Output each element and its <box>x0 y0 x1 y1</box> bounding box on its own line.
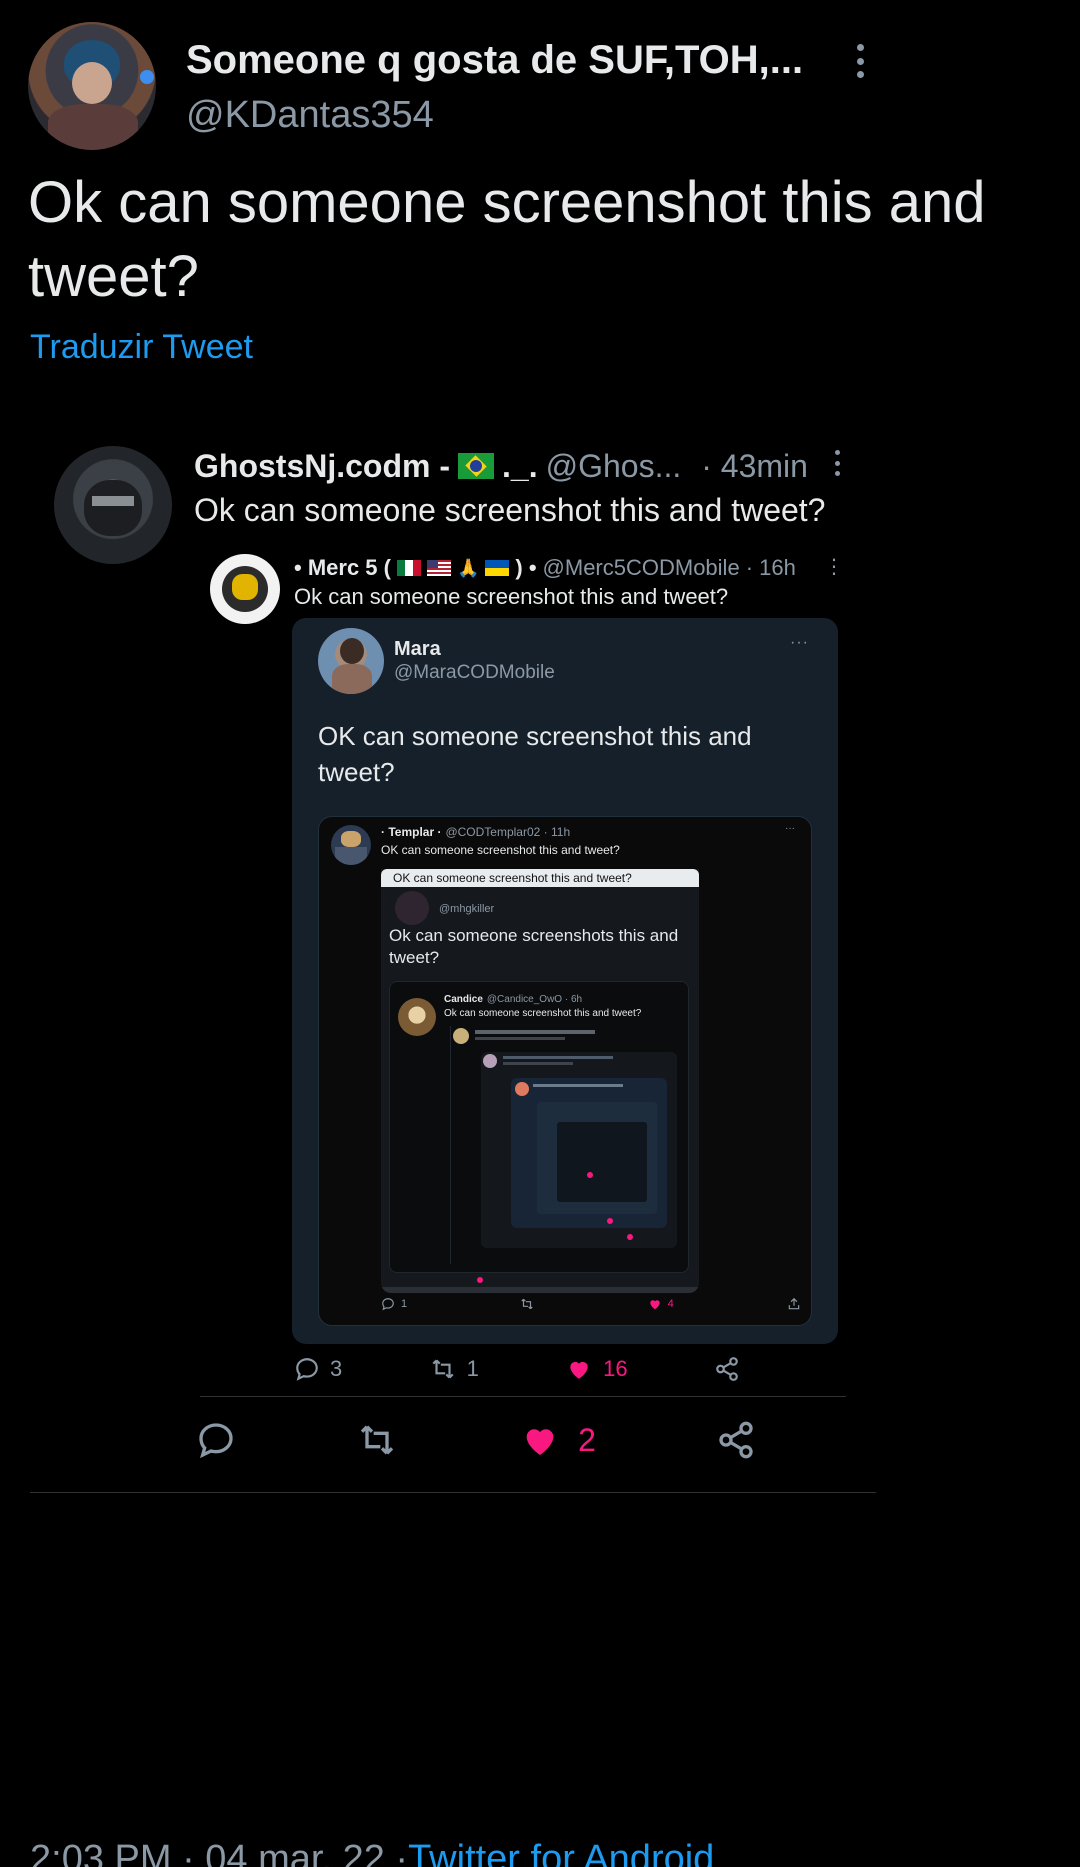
q1-divider <box>200 1396 846 1397</box>
q3-text: OK can someone screenshot this and tweet… <box>318 721 752 787</box>
brazil-flag-icon <box>458 453 495 479</box>
author-name[interactable]: Someone q gosta de SUF,TOH,... <box>186 38 826 83</box>
q1-retweet-button[interactable]: 1 <box>429 1356 479 1382</box>
q4-text2: Ok can someone screenshots this and twee… <box>389 926 679 967</box>
retweet-icon <box>360 1425 394 1455</box>
q1-share-button[interactable] <box>714 1356 740 1382</box>
q1-like-count: 16 <box>603 1356 628 1381</box>
q4-reply-button[interactable]: 1 <box>381 1297 407 1311</box>
q5-name: Candice <box>444 994 483 1005</box>
q4-reply-icon <box>382 1298 394 1311</box>
q1-name-suffix: ._. <box>502 447 538 484</box>
q4-retweet-button[interactable] <box>520 1297 534 1311</box>
q5-screenshot[interactable]: OK can someone screenshot this and tweet… <box>381 869 699 1293</box>
q1-reply-icon <box>296 1358 318 1381</box>
q3-handle[interactable]: @MaraCODMobile <box>394 662 555 684</box>
q2-avatar[interactable] <box>210 554 280 624</box>
q4-like-icon <box>649 1300 660 1310</box>
nested-tweet-level-8 <box>481 1052 677 1248</box>
q4-card[interactable]: · Templar · @CODTemplar02 · 11h ··· OK c… <box>318 816 812 1326</box>
ukraine-flag-icon <box>485 560 510 576</box>
q4-reply-count: 1 <box>401 1298 408 1310</box>
q4-avatar[interactable] <box>331 825 371 865</box>
tweet-text: Ok can someone screenshot this and tweet… <box>28 170 986 309</box>
q6-avatar <box>398 998 436 1036</box>
retweet-button[interactable] <box>356 1420 398 1460</box>
q6-card: Candice @Candice_OwO · 6h Ok can someone… <box>389 981 689 1273</box>
nested-tweet-level-9 <box>511 1078 667 1228</box>
q2-time: · 16h <box>745 555 796 580</box>
q5a-avatar <box>395 891 429 925</box>
q4-like-count: 4 <box>667 1298 674 1310</box>
q1-reply-count: 3 <box>330 1356 343 1381</box>
q2-name[interactable]: • Merc 5 ( <box>294 555 391 581</box>
q2-more-icon[interactable]: ⋮ <box>824 554 844 579</box>
q1-retweet-icon <box>432 1359 454 1379</box>
translate-link[interactable]: Traduzir Tweet <box>30 328 253 367</box>
q1-time: · 43min <box>701 447 808 484</box>
mexico-flag-icon <box>396 560 421 576</box>
usa-flag-icon <box>426 560 451 576</box>
q4-handle[interactable]: @CODTemplar02 · 11h <box>445 825 570 839</box>
share-icon <box>719 1421 753 1459</box>
q1-avatar[interactable] <box>54 446 172 564</box>
nested-tweet-level-7 <box>450 1026 682 1264</box>
main-divider <box>30 1492 876 1493</box>
q4-like-button[interactable]: 4 <box>648 1297 674 1311</box>
q5-text: Ok can someone screenshot this and tweet… <box>444 1008 642 1019</box>
q4-more-icon[interactable]: ··· <box>785 823 795 834</box>
q3-card[interactable]: Mara @MaraCODMobile ··· OK can someone s… <box>292 618 838 1344</box>
q3-name[interactable]: Mara <box>394 638 441 661</box>
q4-banner: OK can someone screenshot this and tweet… <box>381 869 699 887</box>
q3-avatar[interactable] <box>318 628 384 694</box>
q1-reply-button[interactable]: 3 <box>294 1356 342 1382</box>
q1-text: Ok can someone screenshot this and tweet… <box>194 492 826 528</box>
q4-share-icon <box>788 1297 800 1310</box>
share-button[interactable] <box>716 1420 756 1460</box>
timestamp: 2:03 PM · 04 mar. 22 · <box>30 1838 409 1867</box>
q2-handle[interactable]: @Merc5CODMobile <box>543 555 740 581</box>
q1-name[interactable]: GhostsNj.codm - <box>194 448 450 485</box>
q4-handle2: @mhgkiller <box>439 903 495 915</box>
like-button[interactable]: 2 <box>518 1420 596 1460</box>
author-handle[interactable]: @KDantas354 <box>186 94 434 137</box>
q5-handle: @Candice_OwO · 6h <box>486 994 583 1005</box>
q3-more-icon[interactable]: ··· <box>790 634 809 652</box>
more-options-icon[interactable] <box>852 44 868 78</box>
q1-share-icon <box>716 1357 738 1381</box>
author-avatar[interactable] <box>28 22 156 150</box>
q1-like-icon <box>570 1361 588 1379</box>
nested-tweet-level-10 <box>537 1102 657 1214</box>
q4-retweet-icon <box>521 1298 534 1310</box>
praying-hands-icon: 🙏 <box>456 557 480 578</box>
q4-name[interactable]: · Templar · <box>381 825 441 839</box>
like-count: 2 <box>578 1421 596 1458</box>
q1-handle[interactable]: @Ghos... <box>546 448 682 485</box>
q1-like-button[interactable]: 16 <box>565 1356 628 1382</box>
q1-retweet-count: 1 <box>466 1356 479 1381</box>
q2-name-end: ) • <box>515 555 537 580</box>
client-link[interactable]: Twitter for Android <box>408 1838 714 1867</box>
q4-text: OK can someone screenshot this and tweet… <box>381 843 620 857</box>
q1-more-icon[interactable] <box>832 450 842 476</box>
reply-icon <box>199 1423 233 1459</box>
reply-button[interactable] <box>196 1420 236 1460</box>
q4-share-button[interactable] <box>787 1297 801 1311</box>
heart-icon <box>526 1429 554 1455</box>
q2-text: Ok can someone screenshot this and tweet… <box>294 584 729 609</box>
